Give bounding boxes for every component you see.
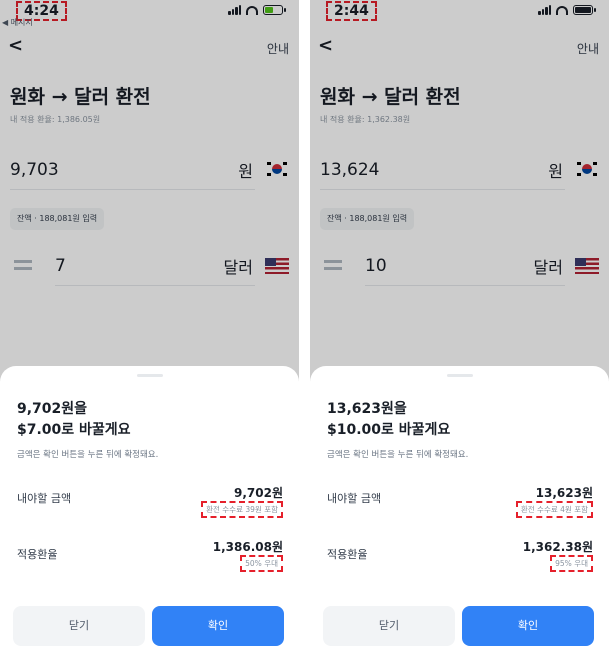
sheet-note: 금액은 확인 버튼을 누른 뒤에 확정돼요. (327, 450, 469, 460)
sheet-krw-amount: 13,623원을 (327, 401, 407, 417)
sheet-handle[interactable] (446, 374, 473, 377)
sheet-usd-amount: $10.00로 바꿀게요 (327, 422, 451, 438)
discount-note: 95% 우대 (550, 555, 593, 572)
pay-amount-value: 9,702원 (234, 486, 283, 500)
sheet-handle[interactable] (136, 374, 163, 377)
sheet-krw-amount: 9,702원을 (17, 401, 88, 417)
close-button[interactable]: 닫기 (323, 606, 455, 646)
fee-note: 환전 수수료 39원 포함 (201, 501, 283, 518)
close-button[interactable]: 닫기 (13, 606, 145, 646)
exchange-screen-left: 4:24 ◀ 메시지 < 안내 원화 → 달러 환전 내 적용 환율: 1,38… (0, 0, 299, 658)
exchange-screen-right: 2:44 < 안내 원화 → 달러 환전 내 적용 환율: 1,362.38원 … (310, 0, 609, 658)
sheet-note: 금액은 확인 버튼을 누른 뒤에 확정돼요. (17, 450, 159, 460)
confirm-button[interactable]: 확인 (152, 606, 284, 646)
fee-note: 환전 수수료 4원 포함 (515, 501, 593, 518)
applied-rate-value: 1,362.38원 (522, 540, 593, 554)
pay-amount-label: 내야할 금액 (17, 492, 72, 505)
confirm-sheet: 13,623원을 $10.00로 바꿀게요 금액은 확인 버튼을 누른 뒤에 확… (310, 366, 609, 658)
confirm-button[interactable]: 확인 (462, 606, 594, 646)
confirm-sheet: 9,702원을 $7.00로 바꿀게요 금액은 확인 버튼을 누른 뒤에 확정돼… (0, 366, 299, 658)
discount-note: 50% 우대 (240, 555, 283, 572)
pay-amount-label: 내야할 금액 (327, 492, 382, 505)
applied-rate-label: 적용환율 (17, 548, 58, 561)
applied-rate-value: 1,386.08원 (212, 540, 283, 554)
sheet-usd-amount: $7.00로 바꿀게요 (17, 422, 131, 438)
applied-rate-label: 적용환율 (327, 548, 368, 561)
pay-amount-value: 13,623원 (535, 486, 593, 500)
